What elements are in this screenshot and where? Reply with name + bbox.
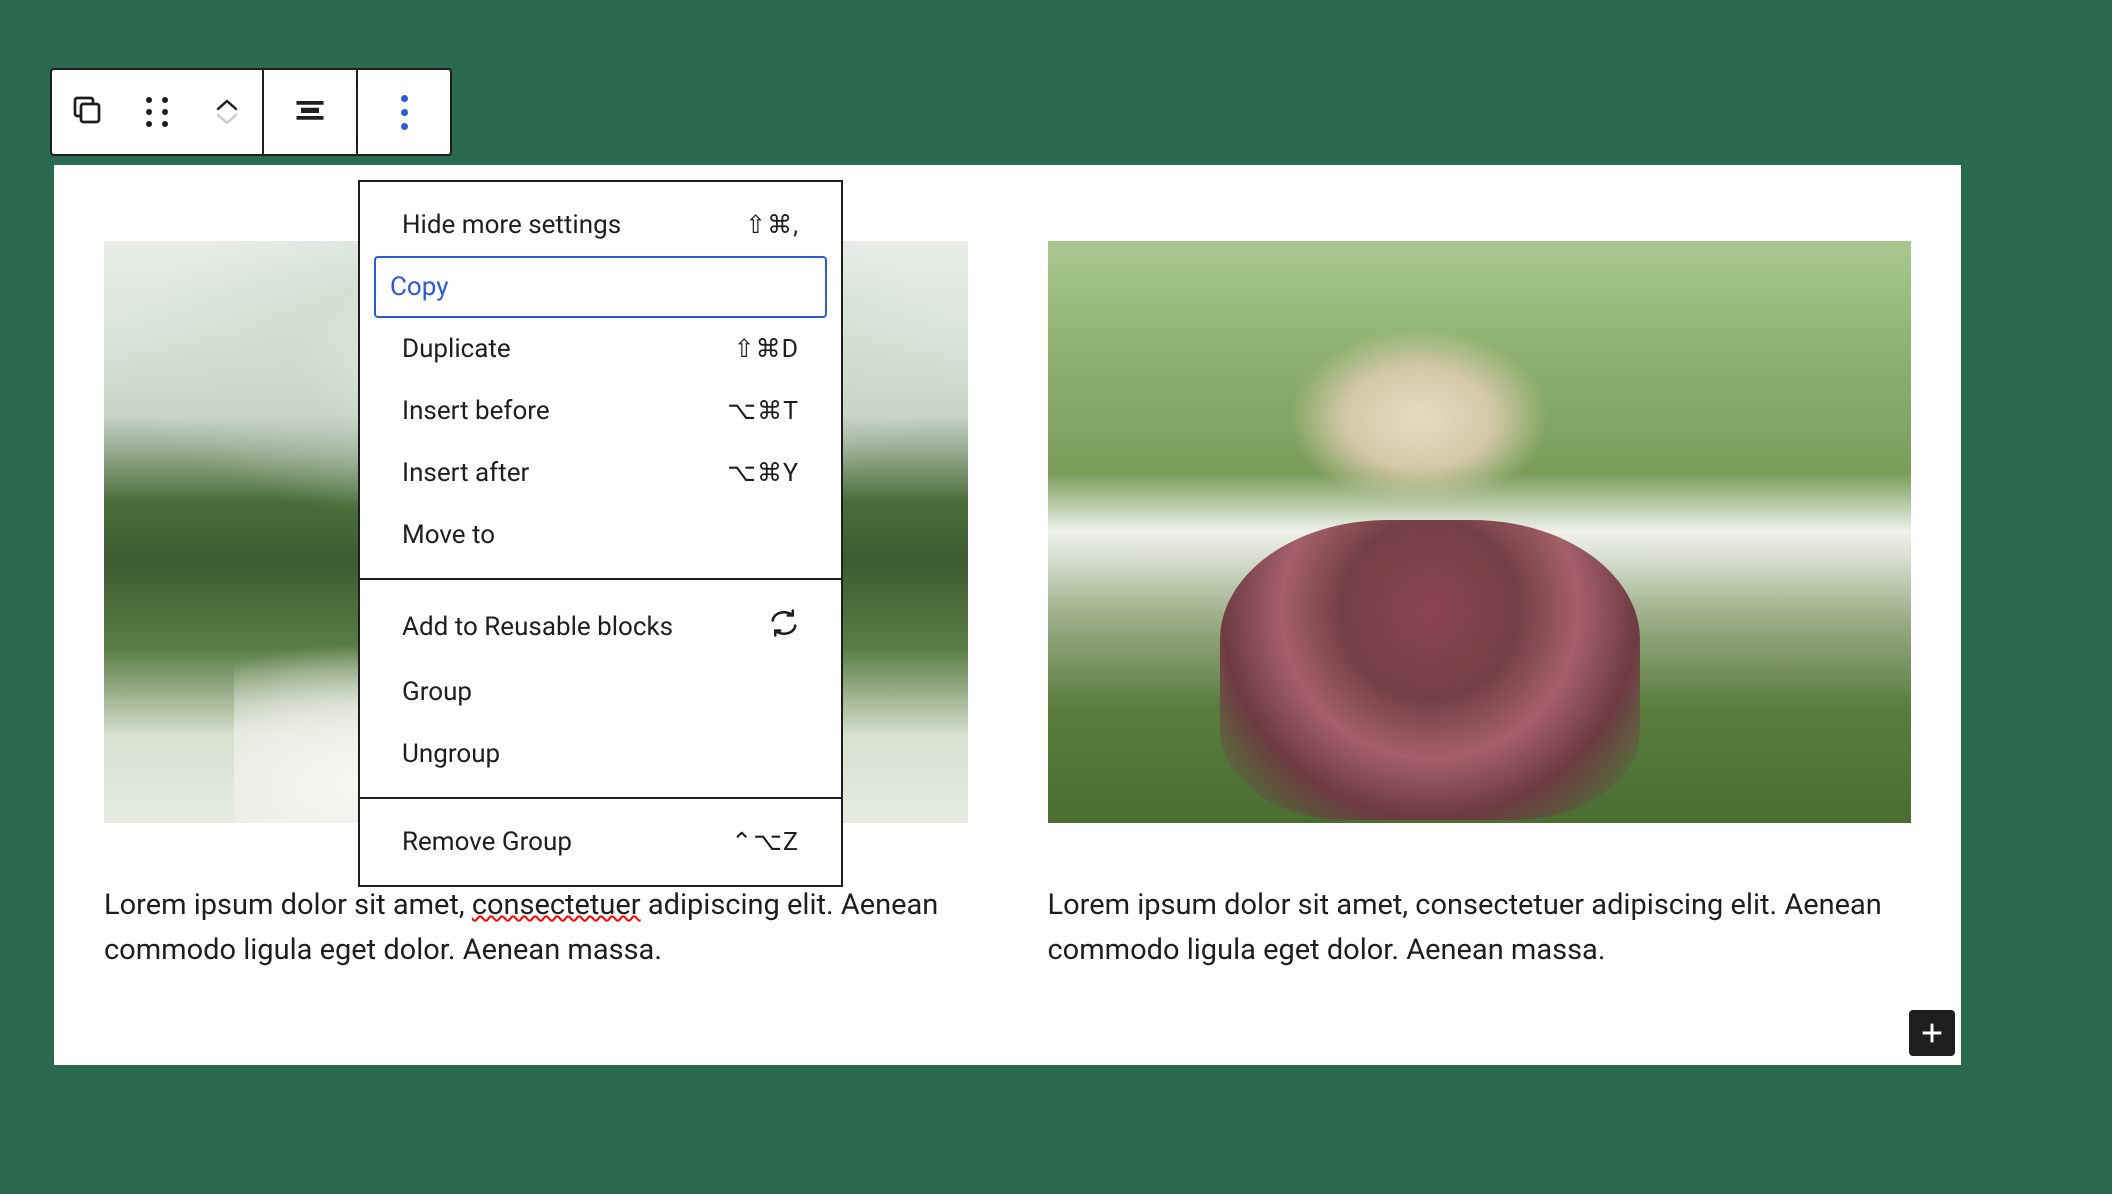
menu-label: Remove Group: [402, 827, 572, 857]
paragraph-left[interactable]: Lorem ipsum dolor sit amet, consectetuer…: [104, 883, 968, 973]
dropdown-section-2: Add to Reusable blocks Group Ungroup: [360, 580, 841, 799]
reusable-icon: [769, 608, 799, 645]
paragraph-right[interactable]: Lorem ipsum dolor sit amet, consectetuer…: [1048, 883, 1912, 973]
menu-label: Move to: [402, 520, 495, 550]
block-options-dropdown: Hide more settings ⇧⌘, Copy Duplicate ⇧⌘…: [358, 180, 843, 887]
menu-hide-more-settings[interactable]: Hide more settings ⇧⌘,: [374, 194, 827, 256]
menu-shortcut: ⌥⌘Y: [727, 458, 799, 488]
group-block-icon: [69, 92, 105, 132]
align-wide-icon: [292, 92, 328, 132]
image-farmer[interactable]: [1048, 241, 1912, 823]
columns-block: Lorem ipsum dolor sit amet, consectetuer…: [54, 165, 1961, 973]
add-block-button[interactable]: [1909, 1010, 1955, 1056]
move-buttons: [192, 70, 262, 154]
menu-move-to[interactable]: Move to: [374, 504, 827, 566]
block-type-icon[interactable]: [52, 70, 122, 154]
menu-label: Insert before: [402, 396, 550, 426]
menu-label: Copy: [390, 272, 449, 302]
menu-insert-after[interactable]: Insert after ⌥⌘Y: [374, 442, 827, 504]
menu-insert-before[interactable]: Insert before ⌥⌘T: [374, 380, 827, 442]
menu-label: Group: [402, 677, 472, 707]
menu-label: Insert after: [402, 458, 529, 488]
menu-ungroup[interactable]: Ungroup: [374, 723, 827, 785]
block-toolbar: [50, 68, 452, 156]
menu-label: Duplicate: [402, 334, 511, 364]
menu-duplicate[interactable]: Duplicate ⇧⌘D: [374, 318, 827, 380]
column-right[interactable]: Lorem ipsum dolor sit amet, consectetuer…: [1048, 241, 1912, 973]
toolbar-section-block: [52, 70, 264, 154]
menu-shortcut: ⌥⌘T: [727, 396, 799, 426]
drag-handle[interactable]: [122, 70, 192, 154]
toolbar-section-more: [358, 70, 450, 154]
align-button[interactable]: [264, 70, 356, 154]
menu-shortcut: ⇧⌘D: [734, 334, 799, 364]
menu-copy[interactable]: Copy: [374, 256, 827, 318]
dropdown-section-3: Remove Group ⌃⌥Z: [360, 799, 841, 885]
menu-shortcut: ⇧⌘,: [745, 210, 799, 240]
more-options-button[interactable]: [358, 70, 450, 154]
spellcheck-word: consectetuer: [472, 888, 641, 922]
more-vertical-icon: [401, 95, 408, 130]
dropdown-section-1: Hide more settings ⇧⌘, Copy Duplicate ⇧⌘…: [360, 182, 841, 580]
menu-label: Hide more settings: [402, 210, 621, 240]
toolbar-section-align: [264, 70, 358, 154]
menu-shortcut: ⌃⌥Z: [731, 827, 799, 857]
move-down-button[interactable]: [216, 113, 238, 125]
menu-add-reusable[interactable]: Add to Reusable blocks: [374, 592, 827, 661]
drag-icon: [146, 97, 168, 127]
menu-group[interactable]: Group: [374, 661, 827, 723]
editor-canvas: Lorem ipsum dolor sit amet, consectetuer…: [54, 165, 1961, 1065]
plus-icon: [1918, 1019, 1946, 1047]
menu-remove-group[interactable]: Remove Group ⌃⌥Z: [374, 811, 827, 873]
menu-label: Ungroup: [402, 739, 500, 769]
move-up-button[interactable]: [216, 99, 238, 111]
text-prefix: Lorem ipsum dolor sit amet,: [104, 888, 472, 922]
menu-label: Add to Reusable blocks: [402, 612, 673, 642]
